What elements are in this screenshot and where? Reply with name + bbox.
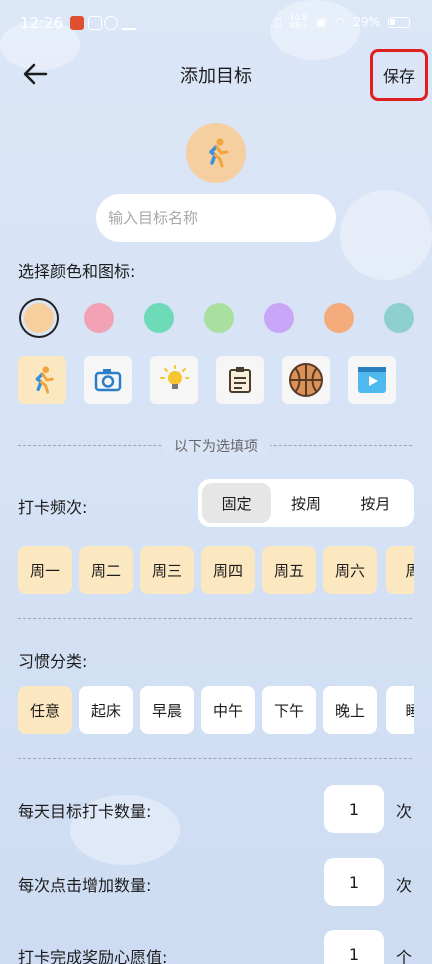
- click-increment-label: 每次点击增加数量:: [18, 876, 152, 895]
- camera-icon: [94, 369, 122, 392]
- page-title: 添加目标: [180, 66, 252, 87]
- daily-target-label: 每天目标打卡数量:: [18, 802, 152, 821]
- color-swatch[interactable]: [144, 303, 174, 333]
- goal-icon-preview: [186, 123, 246, 183]
- reward-input[interactable]: 1: [324, 930, 384, 964]
- color-swatch[interactable]: [204, 303, 234, 333]
- icon-option-basketball[interactable]: [282, 356, 330, 404]
- color-swatch[interactable]: [324, 303, 354, 333]
- icon-option-camera[interactable]: [84, 356, 132, 404]
- reward-label: 打卡完成奖励心愿值:: [18, 948, 168, 964]
- weekday-chip[interactable]: 周: [386, 546, 414, 594]
- running-person-icon: [35, 366, 54, 394]
- daily-target-input[interactable]: 1: [324, 785, 384, 833]
- click-increment-unit: 次: [396, 876, 413, 895]
- category-chip[interactable]: 晚上: [323, 686, 377, 734]
- category-chip[interactable]: 睡: [386, 686, 414, 734]
- color-swatch[interactable]: [24, 303, 54, 333]
- frequency-option-monthly[interactable]: 按月: [341, 483, 410, 523]
- frequency-label: 打卡频次:: [18, 498, 88, 517]
- frequency-segmented-control: 固定 按周 按月: [198, 479, 414, 527]
- weekday-chip[interactable]: 周一: [18, 546, 72, 594]
- weekday-chip[interactable]: 周二: [79, 546, 133, 594]
- weekday-chip[interactable]: 周五: [262, 546, 316, 594]
- vibrate-icon: ▯: [275, 15, 282, 29]
- weekday-chip[interactable]: 周三: [140, 546, 194, 594]
- color-swatch[interactable]: [384, 303, 414, 333]
- reward-unit: 个: [396, 948, 413, 964]
- daily-target-unit: 次: [396, 802, 413, 821]
- optional-section-label: 以下为选填项: [0, 436, 432, 456]
- category-chip[interactable]: 早晨: [140, 686, 194, 734]
- battery-icon: [388, 16, 410, 28]
- notification-icon: [104, 16, 118, 30]
- appearance-label: 选择颜色和图标:: [18, 262, 136, 281]
- status-indicators: ▯ 10.8 KB/s ▣ ◠ 29%: [275, 14, 410, 30]
- category-chip[interactable]: 任意: [18, 686, 72, 734]
- basketball-icon: [289, 363, 323, 397]
- weekday-chip-row: 周一 周二 周三 周四 周五 周六 周: [0, 546, 414, 594]
- goal-name-input[interactable]: [96, 194, 336, 242]
- icon-option-video[interactable]: [348, 356, 396, 404]
- icon-option-lightbulb[interactable]: [150, 356, 198, 404]
- divider: [18, 618, 412, 619]
- frequency-option-weekly[interactable]: 按周: [271, 483, 340, 523]
- clipboard-icon: [229, 367, 251, 393]
- frequency-option-fixed[interactable]: 固定: [202, 483, 272, 523]
- background-cloud: [340, 190, 432, 280]
- lightbulb-icon: [160, 365, 189, 389]
- network-speed: 10.8 KB/s: [289, 13, 308, 30]
- crown-icon: [122, 16, 136, 30]
- status-bar: 12:26 ▯ 10.8 KB/s ▣ ◠ 29%: [0, 0, 432, 50]
- weekday-chip[interactable]: 周六: [323, 546, 377, 594]
- icon-option-running[interactable]: [18, 356, 66, 404]
- battery-percent: 29%: [353, 15, 380, 29]
- color-swatch[interactable]: [84, 303, 114, 333]
- icon-option-clipboard[interactable]: [216, 356, 264, 404]
- category-chip[interactable]: 起床: [79, 686, 133, 734]
- sim-icon: ▣: [315, 15, 327, 29]
- notification-icon: [70, 16, 84, 30]
- click-increment-input[interactable]: 1: [324, 858, 384, 906]
- save-button[interactable]: 保存: [370, 49, 428, 101]
- running-person-icon: [209, 138, 229, 168]
- weekday-chip[interactable]: 周四: [201, 546, 255, 594]
- optional-section-text: 以下为选填项: [162, 439, 270, 455]
- category-label: 习惯分类:: [18, 652, 88, 671]
- video-icon: [358, 367, 386, 393]
- notification-icon: [88, 16, 102, 30]
- category-chip[interactable]: 下午: [262, 686, 316, 734]
- category-chip-row: 任意 起床 早晨 中午 下午 晚上 睡: [0, 686, 414, 734]
- wifi-icon: ◠: [334, 15, 346, 29]
- divider: [18, 758, 412, 759]
- status-time: 12:26: [20, 14, 64, 32]
- color-swatch[interactable]: [264, 303, 294, 333]
- category-chip[interactable]: 中午: [201, 686, 255, 734]
